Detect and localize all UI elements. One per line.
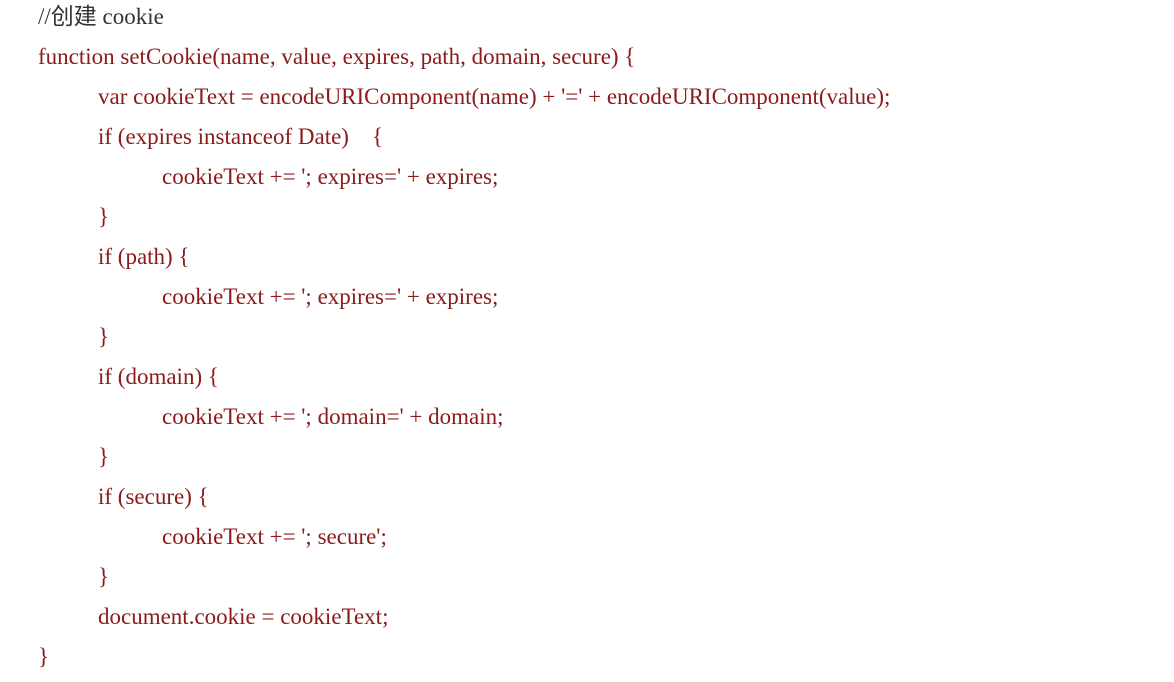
code-line-if-expires: if (expires instanceof Date) { <box>98 124 384 149</box>
code-line-close-brace: } <box>98 444 110 469</box>
code-line-cookie-text-init: var cookieText = encodeURIComponent(name… <box>98 84 891 109</box>
code-line-close-brace: } <box>98 564 110 589</box>
code-line-append-path: cookieText += '; expires=' + expires; <box>162 284 499 309</box>
code-line-comment: //创建 cookie <box>38 4 164 29</box>
code-line-append-domain: cookieText += '; domain=' + domain; <box>162 404 504 429</box>
code-line-if-secure: if (secure) { <box>98 484 209 509</box>
code-line-if-domain: if (domain) { <box>98 364 219 389</box>
code-line-function-signature: function setCookie(name, value, expires,… <box>38 44 636 69</box>
code-line-append-secure: cookieText += '; secure'; <box>162 524 387 549</box>
code-line-append-expires: cookieText += '; expires=' + expires; <box>162 164 499 189</box>
code-snippet: //创建 cookie function setCookie(name, val… <box>0 0 1174 682</box>
code-line-assign-document-cookie: document.cookie = cookieText; <box>98 604 389 629</box>
code-line-function-close-brace: } <box>38 644 50 669</box>
code-line-if-path: if (path) { <box>98 244 190 269</box>
code-line-close-brace: } <box>98 204 110 229</box>
code-line-close-brace: } <box>98 324 110 349</box>
